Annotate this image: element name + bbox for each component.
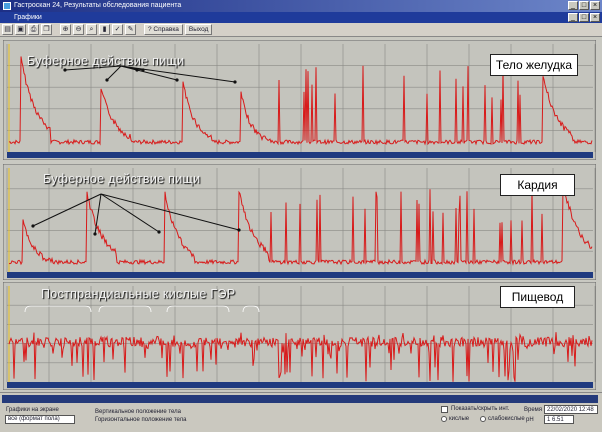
child-maximize-button[interactable]: □ [579, 13, 589, 22]
show-checkbox-label: Показать/скрыть инт. [451, 406, 510, 412]
legend-horizontal: Горизонтальное положение тела [95, 417, 187, 423]
zoom-out-icon[interactable]: ⊖ [73, 24, 84, 35]
scrollbar-track[interactable] [2, 395, 598, 403]
date-value: 22/02/2020 12:48 [544, 405, 598, 414]
app-icon [3, 2, 11, 10]
minimize-button[interactable]: _ [568, 1, 578, 10]
child-window-name: Графики [14, 14, 42, 21]
open-icon[interactable]: ▤ [2, 24, 13, 35]
child-window-title: Графики _ □ × [0, 12, 602, 23]
esophagus-panel: Постпрандиальные кислые ГЭР Пищевод [3, 282, 596, 390]
stomach-body-panel: Буферное действие пищи Тело желудка [3, 40, 596, 160]
maximize-button[interactable]: □ [579, 1, 589, 10]
edit-icon[interactable]: ✎ [125, 24, 136, 35]
child-minimize-button[interactable]: _ [568, 13, 578, 22]
title-bar: Гастроскан 24, Результаты обследования п… [0, 0, 602, 12]
status-bar: Графики на экране все (формат пола) Верт… [0, 392, 602, 432]
panel-label: Кардия [500, 174, 575, 196]
app-window: Гастроскан 24, Результаты обследования п… [0, 0, 602, 432]
window-title: Гастроскан 24, Результаты обследования п… [14, 2, 182, 9]
close-button[interactable]: × [590, 1, 600, 10]
zoom-icon[interactable]: ⌕ [86, 24, 97, 35]
acid-radio[interactable] [441, 416, 447, 422]
print-icon[interactable]: ⎙ [28, 24, 39, 35]
mode-label: Графики на экране [6, 407, 59, 413]
marker-icon[interactable]: ▮ [99, 24, 110, 35]
acid-radio-label: кислые [449, 416, 470, 422]
show-checkbox[interactable] [441, 406, 448, 413]
mode-select[interactable]: все (формат пола) [5, 415, 75, 424]
check-icon[interactable]: ✓ [112, 24, 123, 35]
cardia-panel: Буферное действие пищи Кардия [3, 164, 596, 280]
panel-label: Пищевод [500, 286, 575, 308]
copy-icon[interactable]: ❐ [41, 24, 52, 35]
ph-label: pH [526, 417, 534, 423]
panel-annotation: Буферное действие пищи [27, 54, 185, 68]
exit-button[interactable]: Выход [184, 24, 213, 35]
zoom-in-icon[interactable]: ⊕ [60, 24, 71, 35]
time-label: Время [524, 407, 543, 413]
legend-vertical: Вертикальное положение тела [95, 409, 181, 415]
charts-area: Буферное действие пищи Тело желудка Буфе… [0, 38, 602, 390]
child-close-button[interactable]: × [590, 13, 600, 22]
ph-value: 1 6.51 [544, 415, 574, 424]
save-icon[interactable]: ▣ [15, 24, 26, 35]
weak-acid-radio-label: слабокислые [488, 416, 525, 422]
panel-label: Тело желудка [490, 54, 578, 76]
toolbar: ▤ ▣ ⎙ ❐ ⊕ ⊖ ⌕ ▮ ✓ ✎ ? Справка Выход [0, 23, 602, 37]
weak-acid-radio[interactable] [480, 416, 486, 422]
help-button[interactable]: ? Справка [144, 24, 183, 35]
panel-annotation: Постпрандиальные кислые ГЭР [41, 287, 236, 301]
panel-annotation: Буферное действие пищи [43, 172, 201, 186]
